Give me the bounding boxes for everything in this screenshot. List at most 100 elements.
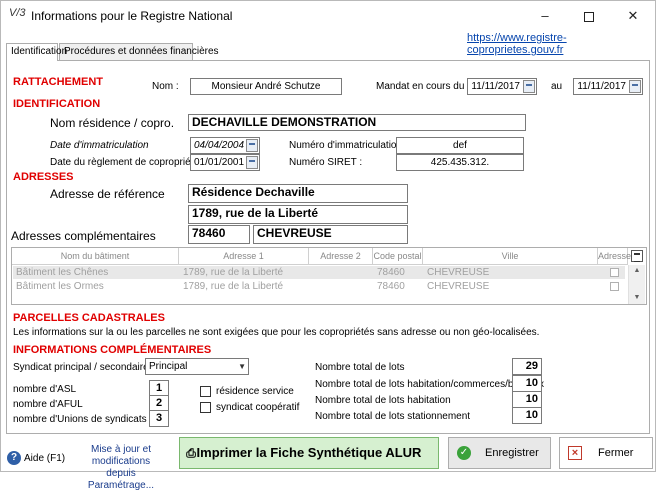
scroll-down-icon[interactable]: ▼ — [629, 292, 645, 304]
close-icon: × — [568, 446, 582, 460]
mandat-label: Mandat en cours du — [376, 81, 465, 92]
help-icon: ? — [7, 451, 21, 466]
lots-habitation-field[interactable]: 10 — [512, 391, 542, 408]
help-button[interactable]: ? Aide (F1) — [7, 451, 65, 467]
maximize-button[interactable] — [569, 1, 609, 31]
col-header-cp[interactable]: Code postal — [373, 248, 423, 265]
help-label: Aide (F1) — [24, 453, 66, 464]
row-cp: 78460 — [377, 267, 405, 278]
siret-label: Numéro SIRET : — [289, 157, 363, 168]
lots-stat-label: Nombre total de lots stationnement — [315, 411, 471, 422]
chevron-down-icon: ▼ — [238, 362, 246, 371]
residence-service-checkbox[interactable] — [200, 386, 211, 397]
minimize-button[interactable]: – — [525, 1, 565, 31]
row-adresse-checkbox[interactable] — [610, 282, 619, 291]
title-bar: V/3 Informations pour le Registre Nation… — [1, 1, 655, 31]
num-immat-field[interactable]: def — [396, 137, 524, 154]
date-reglement-field[interactable]: 01/01/2001 — [190, 154, 260, 171]
adresse-ref-label: Adresse de référence — [50, 187, 165, 201]
mandat-from-value: 11/11/2017 — [471, 81, 520, 92]
section-identification: IDENTIFICATION — [13, 98, 101, 110]
date-immat-field[interactable]: 04/04/2004 — [190, 137, 260, 154]
col-header-adresse[interactable]: Adresse — [598, 248, 631, 265]
date-reglement-label: Date du règlement de copropriété — [50, 157, 199, 168]
check-icon: ✓ — [457, 446, 471, 460]
scroll-up-icon[interactable]: ▲ — [629, 265, 645, 277]
lots-stat-field[interactable]: 10 — [512, 407, 542, 424]
printer-icon: ⎙ — [186, 446, 196, 460]
syndicat-coop-checkbox[interactable] — [200, 402, 211, 413]
lots-hab-field[interactable]: 10 — [512, 375, 542, 392]
row-adresse-checkbox[interactable] — [610, 268, 619, 277]
col-header-adresse1[interactable]: Adresse 1 — [179, 248, 309, 265]
mandat-to-field[interactable]: 11/11/2017 — [573, 78, 643, 95]
section-rattachement: RATTACHEMENT — [13, 76, 104, 88]
syndicat-coop-label: syndicat coopératif — [216, 402, 300, 413]
calendar-icon[interactable] — [523, 80, 535, 93]
update-link[interactable]: Mise à jour et modifications depuis Para… — [76, 444, 166, 492]
postal-code-field[interactable]: 78460 — [188, 225, 250, 244]
num-immat-label: Numéro d'immatriculation : — [289, 140, 408, 151]
row-adresse1: 1789, rue de la Liberté — [183, 267, 284, 278]
section-complementaires: INFORMATIONS COMPLÉMENTAIRES — [13, 344, 212, 356]
calendar-icon[interactable] — [246, 139, 258, 152]
calendar-icon[interactable] — [629, 80, 641, 93]
app-icon: V/3 — [9, 7, 26, 19]
asl-label: nombre d'ASL — [13, 384, 77, 395]
section-adresses: ADRESSES — [13, 171, 74, 183]
print-label: Imprimer la Fiche Synthétique ALUR — [196, 445, 422, 460]
table-scrollbar[interactable]: ▲ ▼ — [628, 265, 645, 304]
close-window-button[interactable]: ✕ — [613, 1, 653, 31]
row-ville: CHEVREUSE — [427, 281, 490, 292]
row-batiment: Bâtiment les Ormes — [16, 281, 104, 292]
dialog-window: V/3 Informations pour le Registre Nation… — [0, 0, 656, 491]
row-ville: CHEVREUSE — [427, 267, 490, 278]
unions-label: nombre d'Unions de syndicats — [13, 414, 147, 425]
row-cp: 78460 — [377, 281, 405, 292]
nom-label: Nom : — [152, 81, 179, 92]
lots-hab-label: Nombre total de lots habitation/commerce… — [315, 379, 545, 390]
syndicat-select[interactable]: Principal ▼ — [145, 358, 249, 375]
lots-habitation-label: Nombre total de lots habitation — [315, 395, 451, 406]
date-reglement-value: 01/01/2001 — [194, 157, 245, 168]
section-parcelles: PARCELLES CADASTRALES — [13, 312, 165, 324]
col-header-adresse2[interactable]: Adresse 2 — [309, 248, 373, 265]
adresse-ref-line2[interactable]: 1789, rue de la Liberté — [188, 205, 408, 224]
maximize-icon — [584, 11, 594, 22]
total-lots-field[interactable]: 29 — [512, 358, 542, 375]
nom-field[interactable]: Monsieur André Schutze — [190, 78, 342, 95]
mandat-from-field[interactable]: 11/11/2017 — [467, 78, 537, 95]
adresses-comp-label: Adresses complémentaires — [11, 229, 156, 243]
close-button[interactable]: × Fermer — [559, 437, 653, 469]
residence-service-label: résidence service — [216, 386, 294, 397]
tab-procedures[interactable]: Procédures et données financières — [59, 43, 219, 60]
parcelles-note: Les informations sur la ou les parcelles… — [13, 327, 540, 338]
au-label: au — [551, 81, 563, 92]
window-title: Informations pour le Registre National — [31, 9, 233, 23]
date-immat-label: Date d'immatriculation — [50, 140, 149, 151]
adresses-table: Nom du bâtiment Adresse 1 Adresse 2 Code… — [11, 247, 647, 305]
col-header-batiment[interactable]: Nom du bâtiment — [12, 248, 179, 265]
bottom-bar: ? Aide (F1) Mise à jour et modifications … — [1, 434, 655, 491]
nom-residence-field[interactable]: DECHAVILLE DEMONSTRATION — [188, 114, 526, 131]
registre-link[interactable]: https://www.registre-coproprietes.gouv.f… — [467, 32, 655, 56]
siret-field[interactable]: 425.435.312. — [396, 154, 524, 171]
col-header-ville[interactable]: Ville — [423, 248, 598, 265]
adresse-ref-line1[interactable]: Résidence Dechaville — [188, 184, 408, 203]
identification-panel: RATTACHEMENT Nom : Monsieur André Schutz… — [6, 60, 650, 434]
date-immat-value: 04/04/2004 — [194, 140, 245, 151]
syndicat-label: Syndicat principal / secondaire* — [13, 362, 153, 373]
row-batiment: Bâtiment les Chênes — [16, 267, 109, 278]
unions-field[interactable]: 3 — [149, 410, 169, 427]
column-config-icon[interactable] — [631, 250, 643, 262]
total-lots-label: Nombre total de lots — [315, 362, 405, 373]
nom-residence-label: Nom résidence / copro. — [50, 116, 175, 130]
calendar-icon[interactable] — [246, 156, 258, 169]
tab-identification[interactable]: Identification — [6, 43, 67, 61]
save-button[interactable]: ✓ Enregistrer — [448, 437, 551, 469]
city-field[interactable]: CHEVREUSE — [253, 225, 408, 244]
close-label: Fermer — [598, 447, 634, 459]
print-fiche-button[interactable]: ⎙ Imprimer la Fiche Synthétique ALUR — [179, 437, 439, 469]
aful-label: nombre d'AFUL — [13, 399, 83, 410]
syndicat-value: Principal — [149, 361, 188, 372]
